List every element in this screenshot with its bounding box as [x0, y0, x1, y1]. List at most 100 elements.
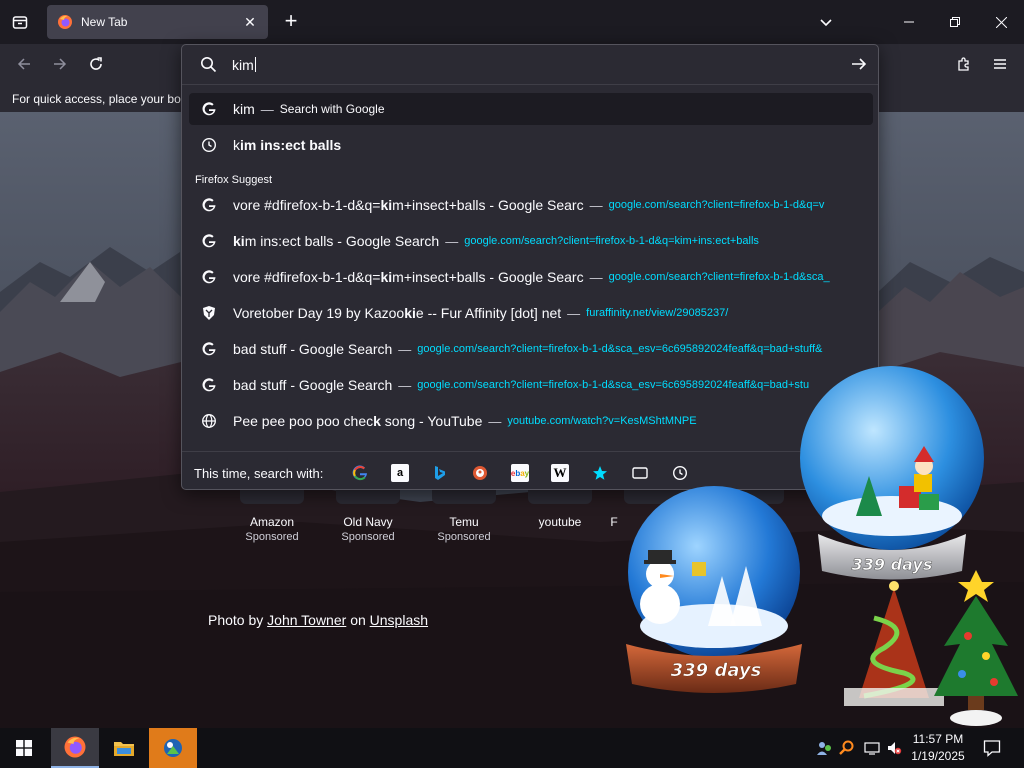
app-icon: [164, 739, 182, 757]
search-suggestion-row[interactable]: kim — Search with Google: [189, 93, 873, 125]
suggest-result-row[interactable]: bad stuff - Google Search — google.com/s…: [189, 369, 873, 401]
firefox-icon: [58, 15, 72, 29]
suggest-result-row[interactable]: kim ins:ect balls - Google Search — goog…: [189, 225, 873, 257]
one-off-label: This time, search with:: [194, 466, 324, 481]
clock-date: 1/19/2025: [911, 749, 965, 763]
firefox-view-icon: [12, 16, 28, 29]
one-off-search-bar: This time, search with: a ebay W: [182, 451, 878, 489]
restore-icon: [950, 17, 960, 27]
google-icon: [199, 375, 219, 395]
list-all-tabs-button[interactable]: [814, 10, 838, 34]
suggest-result-row[interactable]: vore #dfirefox-b-1-d&q=kim+insect+balls …: [189, 261, 873, 293]
taskbar-file-explorer[interactable]: [100, 728, 148, 768]
app-menu-button[interactable]: [986, 50, 1014, 78]
google-engine-icon[interactable]: [351, 464, 369, 482]
restore-button[interactable]: [932, 0, 978, 44]
globe-icon: [199, 411, 219, 431]
address-bar-input[interactable]: kim: [232, 57, 256, 73]
top-site-label[interactable]: Amazon: [222, 515, 322, 529]
photo-credit-mid: on: [350, 612, 366, 628]
taskbar-firefox[interactable]: [51, 728, 99, 768]
sponsored-label: Sponsored: [341, 531, 395, 543]
top-site-tile[interactable]: [336, 490, 400, 504]
reload-icon: [90, 57, 102, 70]
volume-muted-icon[interactable]: [884, 738, 904, 758]
top-site-tile[interactable]: [240, 490, 304, 504]
suggest-result-row[interactable]: bad stuff - Google Search — google.com/s…: [189, 333, 873, 365]
google-icon: [199, 339, 219, 359]
tab-close-icon[interactable]: ✕: [242, 14, 258, 31]
notification-center-button[interactable]: [982, 738, 1002, 758]
suggest-result-row[interactable]: Voretober Day 19 by Kazookie -- Fur Affi…: [189, 297, 873, 329]
photo-credit-prefix: Photo by: [208, 612, 264, 628]
go-arrow-icon[interactable]: [850, 55, 868, 73]
bookmarks-star-icon[interactable]: [591, 464, 609, 482]
amazon-engine-icon[interactable]: a: [391, 464, 409, 482]
top-site-label[interactable]: Temu: [414, 515, 514, 529]
folder-icon: [114, 742, 134, 756]
tab-new-tab[interactable]: New Tab ✕: [47, 5, 268, 39]
new-tab-button[interactable]: +: [279, 8, 303, 36]
forward-button[interactable]: [46, 50, 74, 78]
reload-button[interactable]: [82, 50, 110, 78]
address-bar[interactable]: kim: [182, 45, 878, 85]
unsplash-link[interactable]: Unsplash: [370, 612, 428, 628]
minimize-button[interactable]: [886, 0, 932, 44]
search-tray-icon[interactable]: [836, 738, 856, 758]
wikipedia-engine-icon[interactable]: W: [551, 464, 569, 482]
sponsored-label: Sponsored: [245, 531, 299, 543]
google-icon: [199, 195, 219, 215]
photo-credit: Photo by John Towner on Unsplash: [208, 612, 428, 628]
address-bar-popup: kim kim — Search with Google kim ins:ect…: [181, 44, 879, 490]
history-result-row[interactable]: kim ins:ect balls: [189, 129, 873, 161]
history-clock-icon: [199, 135, 219, 155]
suggest-result-row[interactable]: vore #dfirefox-b-1-d&q=kim+insect+balls …: [189, 189, 873, 221]
bing-engine-icon[interactable]: [431, 464, 449, 482]
history-icon[interactable]: [671, 464, 689, 482]
top-site-tile[interactable]: [528, 490, 592, 504]
start-button[interactable]: [0, 728, 48, 768]
google-icon: [199, 231, 219, 251]
chevron-down-icon: [820, 19, 832, 27]
top-site-tile[interactable]: [432, 490, 496, 504]
suggest-result-row[interactable]: Pee pee poo poo check song - YouTube — y…: [189, 405, 873, 437]
days-counter: 339 days: [852, 555, 933, 574]
snowman-snow-globe-widget[interactable]: 339 days: [612, 486, 820, 707]
tab-title: New Tab: [81, 15, 128, 29]
hamburger-icon: [994, 59, 1006, 69]
network-tray-icon[interactable]: [862, 738, 882, 758]
ebay-engine-icon[interactable]: ebay: [511, 464, 529, 482]
people-tray-icon[interactable]: [814, 738, 834, 758]
tabs-icon[interactable]: [631, 464, 649, 482]
search-icon: [201, 57, 217, 73]
duckduckgo-engine-icon[interactable]: [471, 464, 489, 482]
extensions-button[interactable]: [950, 50, 978, 78]
taskbar-clock[interactable]: 11:57 PM 1/19/2025: [906, 731, 970, 765]
photographer-link[interactable]: John Towner: [267, 612, 346, 628]
minimize-icon: [904, 21, 914, 23]
puzzle-icon: [958, 57, 969, 71]
google-icon: [199, 267, 219, 287]
windows-logo-icon: [16, 740, 32, 756]
days-counter: 339 days: [671, 660, 762, 681]
arrow-left-icon: [17, 58, 30, 70]
firefox-view-button[interactable]: [6, 8, 34, 36]
close-window-button[interactable]: [978, 0, 1024, 44]
firefox-suggest-label: Firefox Suggest: [195, 174, 273, 186]
windows-taskbar: 11:57 PM 1/19/2025: [0, 728, 1024, 768]
top-site-label[interactable]: Old Navy: [318, 515, 418, 529]
taskbar-app[interactable]: [149, 728, 197, 768]
arrow-right-icon: [54, 58, 67, 70]
google-icon: [199, 99, 219, 119]
notification-icon: [983, 740, 1001, 757]
close-icon: [995, 16, 1007, 28]
back-button[interactable]: [10, 50, 38, 78]
firefox-icon: [64, 736, 86, 758]
tab-strip: New Tab ✕ +: [0, 0, 1024, 44]
sponsored-label: Sponsored: [437, 531, 491, 543]
christmas-tree-decoration: [928, 566, 1024, 733]
snow-globe-widget[interactable]: 339 days: [794, 366, 990, 593]
bookmarks-hint: For quick access, place your boo: [12, 92, 182, 106]
clock-time: 11:57 PM: [912, 732, 964, 746]
furaffinity-icon: [199, 303, 219, 323]
